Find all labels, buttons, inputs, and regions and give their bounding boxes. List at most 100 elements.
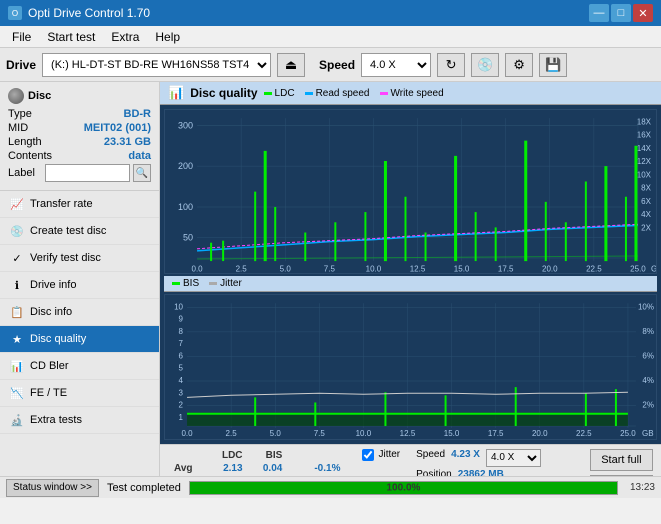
minimize-button[interactable]: — bbox=[589, 4, 609, 22]
svg-text:10.0: 10.0 bbox=[366, 264, 382, 273]
disc-header: Disc bbox=[28, 90, 51, 102]
avg-label: Avg bbox=[168, 462, 203, 475]
drive-label: Drive bbox=[6, 58, 36, 72]
jitter-legend-label: Jitter bbox=[220, 278, 242, 289]
ldc-chart: 300 200 100 50 18X 16X 14X 12X 10X 8X 6X… bbox=[164, 109, 657, 274]
speed-position-section: Speed 4.23 X 4.0 X Position 23862 MB Sam… bbox=[416, 449, 541, 476]
close-button[interactable]: ✕ bbox=[633, 4, 653, 22]
mid-label: MID bbox=[8, 122, 28, 134]
speed-stat-val: 4.23 X bbox=[451, 449, 480, 467]
svg-text:12.5: 12.5 bbox=[410, 264, 426, 273]
disc-section: Disc Type BD-R MID MEIT02 (001) Length 2… bbox=[0, 82, 159, 191]
sidebar-item-disc-quality[interactable]: ★ Disc quality bbox=[0, 326, 159, 353]
stats-table: LDC BIS Avg 2.13 0.04 -0.1% Max 2 bbox=[168, 449, 346, 476]
svg-text:2X: 2X bbox=[641, 223, 651, 232]
sidebar-item-drive-info[interactable]: ℹ Drive info bbox=[0, 272, 159, 299]
sidebar-item-extra-tests[interactable]: 🔬 Extra tests bbox=[0, 407, 159, 434]
type-value: BD-R bbox=[124, 108, 152, 120]
svg-text:9: 9 bbox=[179, 315, 184, 324]
read-speed-legend-color bbox=[305, 92, 313, 95]
extra-tests-label: Extra tests bbox=[30, 414, 82, 426]
cd-bler-label: CD Bler bbox=[30, 360, 69, 372]
disc-button[interactable]: 💿 bbox=[471, 53, 499, 77]
eject-button[interactable]: ⏏ bbox=[277, 53, 305, 77]
stats-area: LDC BIS Avg 2.13 0.04 -0.1% Max 2 bbox=[160, 444, 661, 476]
jitter-legend-color bbox=[209, 282, 217, 285]
svg-text:10.0: 10.0 bbox=[356, 429, 372, 438]
record-button[interactable]: ⚙ bbox=[505, 53, 533, 77]
drive-info-icon: ℹ bbox=[10, 278, 24, 292]
svg-text:12X: 12X bbox=[637, 157, 652, 166]
fe-te-label: FE / TE bbox=[30, 387, 67, 399]
speed-stat-label: Speed bbox=[416, 449, 445, 467]
svg-text:4X: 4X bbox=[641, 210, 651, 219]
title-bar: O Opti Drive Control 1.70 — □ ✕ bbox=[0, 0, 661, 26]
bis-chart: 10 9 8 7 6 5 4 3 2 1 10% 8% 6% 4% 2% bbox=[164, 294, 657, 439]
svg-text:18X: 18X bbox=[637, 117, 652, 126]
sidebar-item-disc-info[interactable]: 📋 Disc info bbox=[0, 299, 159, 326]
drive-select[interactable]: (K:) HL-DT-ST BD-RE WH16NS58 TST4 bbox=[42, 53, 271, 77]
chart2-legend-bar: BIS Jitter bbox=[164, 276, 657, 292]
label-input[interactable] bbox=[45, 164, 130, 182]
save-button[interactable]: 💾 bbox=[539, 53, 567, 77]
progress-container: 100.0% bbox=[189, 481, 618, 495]
refresh-button[interactable]: ↻ bbox=[437, 53, 465, 77]
sidebar-item-create-test-disc[interactable]: 💿 Create test disc bbox=[0, 218, 159, 245]
sidebar-nav: 📈 Transfer rate 💿 Create test disc ✓ Ver… bbox=[0, 191, 159, 476]
sidebar-item-cd-bler[interactable]: 📊 CD Bler bbox=[0, 353, 159, 380]
menu-start-test[interactable]: Start test bbox=[39, 28, 103, 46]
svg-text:10%: 10% bbox=[638, 303, 654, 312]
status-time: 13:23 bbox=[630, 482, 655, 493]
status-window-button[interactable]: Status window >> bbox=[6, 479, 99, 497]
fe-te-icon: 📉 bbox=[10, 386, 24, 400]
svg-text:6X: 6X bbox=[641, 197, 651, 206]
position-label: Position bbox=[416, 469, 452, 476]
maximize-button[interactable]: □ bbox=[611, 4, 631, 22]
svg-text:0.0: 0.0 bbox=[181, 429, 193, 438]
disc-info-label: Disc info bbox=[30, 306, 72, 318]
charts-container: 300 200 100 50 18X 16X 14X 12X 10X 8X 6X… bbox=[160, 105, 661, 444]
disc-quality-header: 📊 Disc quality LDC Read speed Write spee… bbox=[160, 82, 661, 105]
sidebar-item-transfer-rate[interactable]: 📈 Transfer rate bbox=[0, 191, 159, 218]
disc-quality-label: Disc quality bbox=[30, 333, 86, 345]
svg-text:2%: 2% bbox=[642, 401, 654, 410]
menu-help[interactable]: Help bbox=[147, 28, 188, 46]
svg-text:8: 8 bbox=[179, 327, 184, 336]
speed-stat-select[interactable]: 4.0 X bbox=[486, 449, 541, 467]
svg-text:25.0: 25.0 bbox=[630, 264, 646, 273]
svg-text:17.5: 17.5 bbox=[498, 264, 514, 273]
start-full-button[interactable]: Start full bbox=[590, 449, 653, 471]
start-part-button[interactable]: Start part bbox=[590, 475, 653, 476]
label-icon-button[interactable]: 🔍 bbox=[133, 164, 151, 182]
svg-text:12.5: 12.5 bbox=[400, 429, 416, 438]
svg-text:15.0: 15.0 bbox=[454, 264, 470, 273]
svg-text:20.0: 20.0 bbox=[542, 264, 558, 273]
svg-text:GB: GB bbox=[651, 264, 656, 273]
menu-file[interactable]: File bbox=[4, 28, 39, 46]
ldc-legend-color bbox=[264, 92, 272, 95]
disc-icon bbox=[8, 88, 24, 104]
bis-legend-label: BIS bbox=[183, 278, 199, 289]
svg-text:10X: 10X bbox=[637, 170, 652, 179]
svg-text:20.0: 20.0 bbox=[532, 429, 548, 438]
sidebar-item-verify-test-disc[interactable]: ✓ Verify test disc bbox=[0, 245, 159, 272]
svg-text:200: 200 bbox=[178, 161, 193, 171]
start-buttons: Start full Start part bbox=[590, 449, 653, 476]
svg-text:100: 100 bbox=[178, 202, 193, 212]
menu-extra[interactable]: Extra bbox=[103, 28, 147, 46]
length-value: 23.31 GB bbox=[104, 136, 151, 148]
jitter-checkbox[interactable] bbox=[362, 449, 374, 461]
disc-quality-icon: ★ bbox=[10, 332, 24, 346]
svg-text:25.0: 25.0 bbox=[620, 429, 636, 438]
svg-text:7.5: 7.5 bbox=[324, 264, 336, 273]
speed-select[interactable]: 4.0 X bbox=[361, 53, 431, 77]
jitter-label: Jitter bbox=[378, 449, 400, 460]
svg-text:8X: 8X bbox=[641, 184, 651, 193]
svg-text:2: 2 bbox=[179, 401, 184, 410]
svg-text:8%: 8% bbox=[642, 327, 654, 336]
sidebar-item-fe-te[interactable]: 📉 FE / TE bbox=[0, 380, 159, 407]
svg-text:7: 7 bbox=[179, 339, 184, 348]
create-test-disc-icon: 💿 bbox=[10, 224, 24, 238]
max-label: Max bbox=[168, 475, 203, 476]
status-text: Test completed bbox=[107, 482, 181, 494]
